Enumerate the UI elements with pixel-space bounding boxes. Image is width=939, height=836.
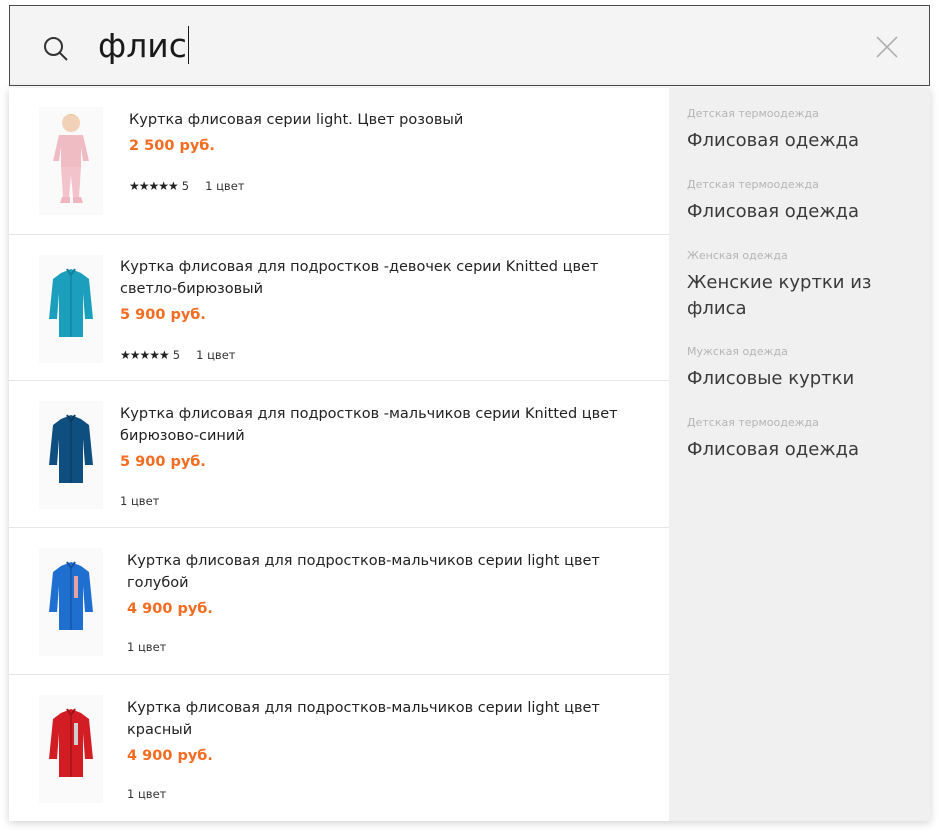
close-icon[interactable] xyxy=(875,35,899,59)
rating-value: 5 xyxy=(172,348,181,362)
color-count: 1 цвет xyxy=(120,494,160,508)
product-meta: 1 цвет xyxy=(127,640,166,654)
product-thumbnail xyxy=(39,695,103,803)
category-parent-label: Детская термоодежда xyxy=(687,416,819,429)
search-query: флис xyxy=(98,26,187,65)
category-link[interactable]: Флисовая одежда xyxy=(687,128,917,154)
product-results: Куртка флисовая серии light. Цвет розовы… xyxy=(9,88,669,821)
category-suggestion[interactable]: Мужская одежда Флисовые куртки xyxy=(687,345,917,392)
rating-stars-icon: ★★★★★ xyxy=(129,179,179,193)
product-meta: ★★★★★ 5 1 цвет xyxy=(129,179,244,193)
product-price: 5 900 руб. xyxy=(120,454,206,470)
category-suggestions: Детская термоодежда Флисовая одежда Детс… xyxy=(669,88,930,821)
product-meta: 1 цвет xyxy=(120,494,159,508)
product-meta: ★★★★★ 5 1 цвет xyxy=(120,348,235,362)
color-count: 1 цвет xyxy=(196,348,236,362)
product-meta: 1 цвет xyxy=(127,787,166,801)
product-result-item[interactable]: Куртка флисовая для подростков -мальчико… xyxy=(9,381,669,528)
product-thumbnail xyxy=(39,107,103,215)
product-result-item[interactable]: Куртка флисовая для подростков-мальчиков… xyxy=(9,528,669,675)
product-title[interactable]: Куртка флисовая для подростков-мальчиков… xyxy=(127,697,627,741)
color-count: 1 цвет xyxy=(127,787,167,801)
category-link[interactable]: Флисовая одежда xyxy=(687,437,917,463)
product-price: 5 900 руб. xyxy=(120,307,206,323)
category-suggestion[interactable]: Детская термоодежда Флисовая одежда xyxy=(687,178,917,225)
product-title[interactable]: Куртка флисовая для подростков -мальчико… xyxy=(120,403,620,447)
color-count: 1 цвет xyxy=(205,179,245,193)
product-result-item[interactable]: Куртка флисовая серии light. Цвет розовы… xyxy=(9,88,669,235)
color-count: 1 цвет xyxy=(127,640,167,654)
category-parent-label: Детская термоодежда xyxy=(687,107,819,120)
category-link[interactable]: Флисовая одежда xyxy=(687,199,917,225)
rating-value: 5 xyxy=(181,179,190,193)
product-price: 2 500 руб. xyxy=(129,138,215,154)
text-caret xyxy=(187,26,189,64)
product-title[interactable]: Куртка флисовая для подростков -девочек … xyxy=(120,256,620,300)
category-parent-label: Мужская одежда xyxy=(687,345,788,358)
rating-stars-icon: ★★★★★ xyxy=(120,348,170,362)
search-icon xyxy=(44,37,68,61)
search-input[interactable]: флис xyxy=(98,26,189,66)
product-title[interactable]: Куртка флисовая серии light. Цвет розовы… xyxy=(129,109,629,131)
search-suggestions-dropdown: Куртка флисовая серии light. Цвет розовы… xyxy=(9,88,930,821)
product-thumbnail xyxy=(39,548,103,656)
category-suggestion[interactable]: Детская термоодежда Флисовая одежда xyxy=(687,107,917,154)
category-link[interactable]: Флисовые куртки xyxy=(687,366,917,392)
product-price: 4 900 руб. xyxy=(127,601,213,617)
product-result-item[interactable]: Куртка флисовая для подростков-мальчиков… xyxy=(9,675,669,821)
product-title[interactable]: Куртка флисовая для подростков-мальчиков… xyxy=(127,550,627,594)
product-result-item[interactable]: Куртка флисовая для подростков -девочек … xyxy=(9,235,669,381)
category-parent-label: Женская одежда xyxy=(687,249,788,262)
product-thumbnail xyxy=(39,401,103,509)
product-price: 4 900 руб. xyxy=(127,748,213,764)
search-bar: флис xyxy=(9,5,930,86)
category-link[interactable]: Женские куртки из флиса xyxy=(687,270,917,322)
category-parent-label: Детская термоодежда xyxy=(687,178,819,191)
product-thumbnail xyxy=(39,255,103,363)
category-suggestion[interactable]: Женская одежда Женские куртки из флиса xyxy=(687,249,917,322)
category-suggestion[interactable]: Детская термоодежда Флисовая одежда xyxy=(687,416,917,463)
